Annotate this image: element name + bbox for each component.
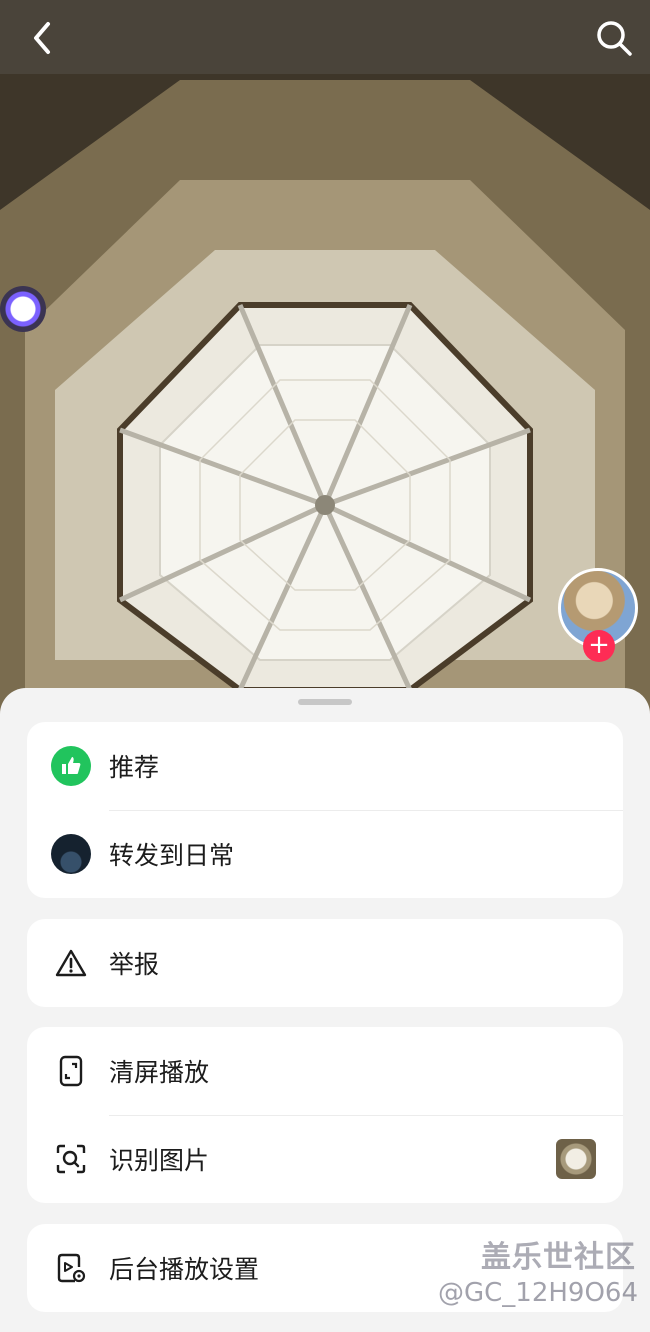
video-frame-image [0,80,650,720]
menu-card-tools: 清屏播放 识别图片 [27,1027,623,1203]
menu-item-label: 转发到日常 [109,841,235,870]
menu-item-label: 后台播放设置 [109,1255,260,1284]
menu-item-recommend[interactable]: 推荐 [27,722,623,810]
menu-item-label: 推荐 [109,753,160,782]
watermark-user: @GC_12H9O64 [437,1278,638,1308]
side-indicator-icon[interactable] [0,286,46,332]
menu-item-recognize-image[interactable]: 识别图片 [27,1115,623,1203]
back-button[interactable] [26,18,62,58]
chevron-left-icon [34,22,50,54]
menu-item-label: 识别图片 [109,1146,210,1175]
thumbs-up-icon [51,746,91,786]
search-icon [597,21,632,56]
image-thumbnail [556,1139,596,1179]
clear-screen-icon [59,1055,83,1087]
video-player[interactable] [0,0,650,720]
sheet-drag-handle[interactable] [298,699,352,705]
menu-item-report[interactable]: 举报 [27,919,623,1007]
search-button[interactable] [594,18,634,58]
top-bar [0,0,650,74]
scan-image-icon [56,1144,86,1174]
menu-item-clear-screen[interactable]: 清屏播放 [27,1027,623,1115]
menu-item-repost-daily[interactable]: 转发到日常 [27,810,623,898]
menu-item-label: 清屏播放 [109,1058,210,1087]
menu-card-share: 推荐 转发到日常 [27,722,623,898]
menu-card-report: 举报 [27,919,623,1007]
warning-icon [55,949,87,977]
watermark-site: 盖乐世社区 [481,1240,636,1275]
background-play-icon [57,1253,86,1283]
menu-item-label: 举报 [109,950,160,979]
follow-plus-icon[interactable]: + [583,630,615,662]
moment-avatar-icon [51,834,91,874]
